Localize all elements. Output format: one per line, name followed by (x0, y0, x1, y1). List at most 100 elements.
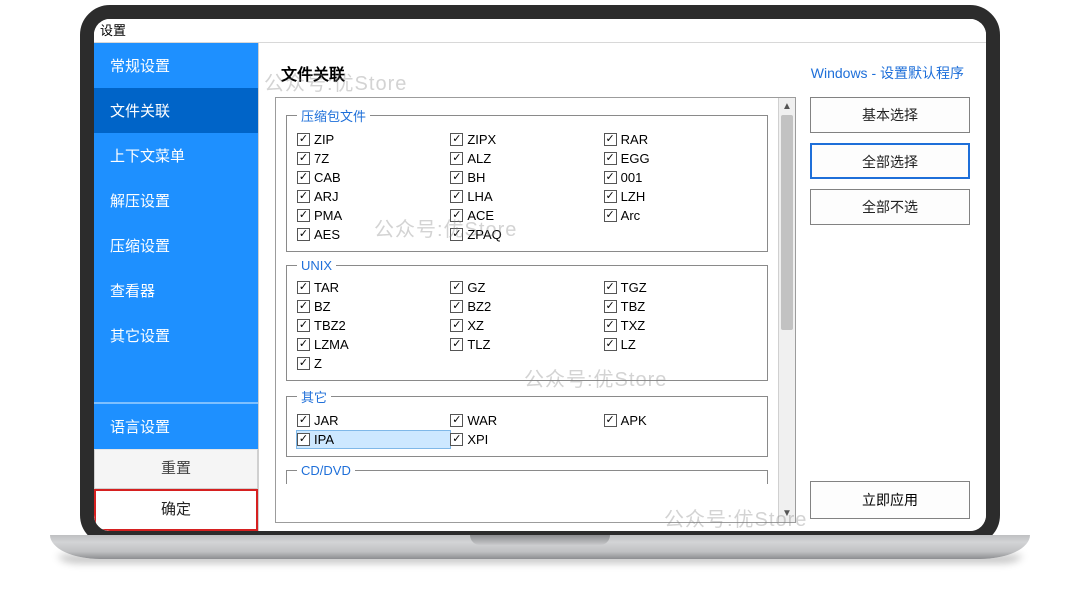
checkbox-label: ZIPX (467, 132, 496, 147)
checkbox-label: LZH (621, 189, 646, 204)
filetype-checkbox[interactable]: GZ (450, 279, 603, 296)
filetype-checkbox[interactable]: XZ (450, 317, 603, 334)
main-header: 文件关联 Windows - 设置默认程序 (259, 43, 986, 97)
filetype-checkbox[interactable]: AES (297, 226, 450, 243)
group-legend: 其它 (297, 387, 331, 406)
apply-now-button[interactable]: 立即应用 (810, 481, 970, 519)
sidebar-item[interactable]: 文件关联 (94, 88, 258, 133)
filetype-checkbox[interactable]: ARJ (297, 188, 450, 205)
checkbox-icon (604, 281, 617, 294)
checkbox-icon (450, 338, 463, 351)
file-type-group: 压缩包文件 ZIP 7Z CAB ARJ PMA AES ZIPX ALZ BH LHA ACE ZPA… (286, 106, 768, 252)
scroll-down-button[interactable]: ▼ (779, 505, 795, 522)
sidebar-item[interactable]: 常规设置 (94, 43, 258, 88)
filetype-checkbox[interactable]: LHA (450, 188, 603, 205)
checkbox-icon (297, 300, 310, 313)
filetype-checkbox[interactable]: 7Z (297, 150, 450, 167)
file-type-group: UNIXTARBZTBZ2LZMAZGZBZ2XZTLZTGZTBZTXZLZ (286, 258, 768, 381)
ok-button[interactable]: 确定 (94, 489, 258, 531)
filetype-checkbox[interactable]: IPA (297, 431, 450, 448)
checkbox-icon (604, 133, 617, 146)
filetype-checkbox[interactable]: LZMA (297, 336, 450, 353)
column: RAR EGG 001 LZH Arc (604, 131, 757, 243)
filetype-checkbox[interactable]: TBZ (604, 298, 757, 315)
group-legend: CD/DVD (297, 463, 355, 478)
checkbox-icon (604, 414, 617, 427)
main-row: 压缩包文件 ZIP 7Z CAB ARJ PMA AES ZIPX ALZ BH LHA ACE ZPA… (259, 97, 986, 531)
sidebar-item[interactable]: 查看器 (94, 268, 258, 313)
checkbox-label: EGG (621, 151, 650, 166)
scroll-thumb[interactable] (781, 115, 793, 330)
basic-select-button[interactable]: 基本选择 (810, 97, 970, 133)
filetype-checkbox[interactable]: CAB (297, 169, 450, 186)
checkbox-icon (450, 171, 463, 184)
filetype-checkbox[interactable]: BZ (297, 298, 450, 315)
filetype-checkbox[interactable]: WAR (450, 412, 603, 429)
checkbox-label: TAR (314, 280, 339, 295)
filetype-checkbox[interactable]: ZIP (297, 131, 450, 148)
checkbox-label: TLZ (467, 337, 490, 352)
column: ZIP 7Z CAB ARJ PMA AES (297, 131, 450, 243)
filetype-checkbox[interactable]: EGG (604, 150, 757, 167)
column: TGZ TBZ TXZ LZ (604, 279, 757, 372)
checkbox-label: XPI (467, 432, 488, 447)
checkbox-label: GZ (467, 280, 485, 295)
sidebar-item[interactable]: 其它设置 (94, 313, 258, 358)
checkbox-icon (450, 300, 463, 313)
sidebar-item-language[interactable]: 语言设置 (94, 402, 258, 449)
filetype-checkbox[interactable]: Z (297, 355, 450, 372)
scrollbar[interactable]: ▲ ▼ (778, 98, 795, 522)
filetype-checkbox[interactable]: ALZ (450, 150, 603, 167)
checkbox-label: TXZ (621, 318, 646, 333)
checkbox-icon (604, 190, 617, 203)
select-none-button[interactable]: 全部不选 (810, 189, 970, 225)
filetype-checkbox[interactable]: Arc (604, 207, 757, 224)
checkbox-label: RAR (621, 132, 648, 147)
scroll-up-button[interactable]: ▲ (779, 98, 795, 115)
laptop-bezel: 设置 常规设置文件关联上下文菜单解压设置压缩设置查看器其它设置语言设置 重置 确… (80, 5, 1000, 545)
filetype-checkbox[interactable]: ZIPX (450, 131, 603, 148)
filetype-checkbox[interactable]: ZPAQ (450, 226, 603, 243)
windows-default-programs-link[interactable]: Windows - 设置默认程序 (811, 63, 964, 83)
checkbox-icon (297, 152, 310, 165)
filetype-checkbox[interactable]: TLZ (450, 336, 603, 353)
group-legend: 压缩包文件 (297, 106, 370, 125)
checkbox-label: LHA (467, 189, 492, 204)
scroll-track[interactable] (779, 115, 795, 505)
filetype-checkbox[interactable]: ACE (450, 207, 603, 224)
filetype-checkbox[interactable]: LZ (604, 336, 757, 353)
filetype-checkbox[interactable]: PMA (297, 207, 450, 224)
filetype-checkbox[interactable]: LZH (604, 188, 757, 205)
filetype-checkbox[interactable]: JAR (297, 412, 450, 429)
checkbox-icon (450, 319, 463, 332)
filetype-checkbox[interactable]: RAR (604, 131, 757, 148)
filetype-checkbox[interactable]: APK (604, 412, 757, 429)
select-all-button[interactable]: 全部选择 (810, 143, 970, 179)
sidebar-item[interactable]: 解压设置 (94, 178, 258, 223)
checkbox-icon (297, 190, 310, 203)
window-titlebar[interactable]: 设置 (94, 19, 986, 43)
checkbox-label: JAR (314, 413, 339, 428)
checkbox-label: BZ2 (467, 299, 491, 314)
checkbox-label: PMA (314, 208, 342, 223)
reset-button[interactable]: 重置 (94, 449, 258, 489)
filetype-checkbox[interactable]: TXZ (604, 317, 757, 334)
checkbox-icon (297, 433, 310, 446)
spacer (810, 235, 970, 471)
filetype-checkbox[interactable]: 001 (604, 169, 757, 186)
filetype-checkbox[interactable]: BH (450, 169, 603, 186)
filetype-checkbox[interactable]: XPI (450, 431, 603, 448)
filetype-checkbox[interactable]: TBZ2 (297, 317, 450, 334)
columns: TAR BZ TBZ2 LZMA Z GZ BZ2 XZ TLZ TGZ TBZ TXZ LZ (297, 279, 757, 372)
sidebar-nav: 常规设置文件关联上下文菜单解压设置压缩设置查看器其它设置语言设置 (94, 43, 258, 449)
filetype-checkbox[interactable]: TAR (297, 279, 450, 296)
checkbox-label: AES (314, 227, 340, 242)
columns: ZIP 7Z CAB ARJ PMA AES ZIPX ALZ BH LHA ACE ZPAQ RAR E… (297, 131, 757, 243)
sidebar-item[interactable]: 上下文菜单 (94, 133, 258, 178)
column: APK (604, 412, 757, 448)
right-button-column: 基本选择 全部选择 全部不选 立即应用 (810, 97, 970, 523)
checkbox-icon (450, 133, 463, 146)
filetype-checkbox[interactable]: TGZ (604, 279, 757, 296)
filetype-checkbox[interactable]: BZ2 (450, 298, 603, 315)
sidebar-item[interactable]: 压缩设置 (94, 223, 258, 268)
